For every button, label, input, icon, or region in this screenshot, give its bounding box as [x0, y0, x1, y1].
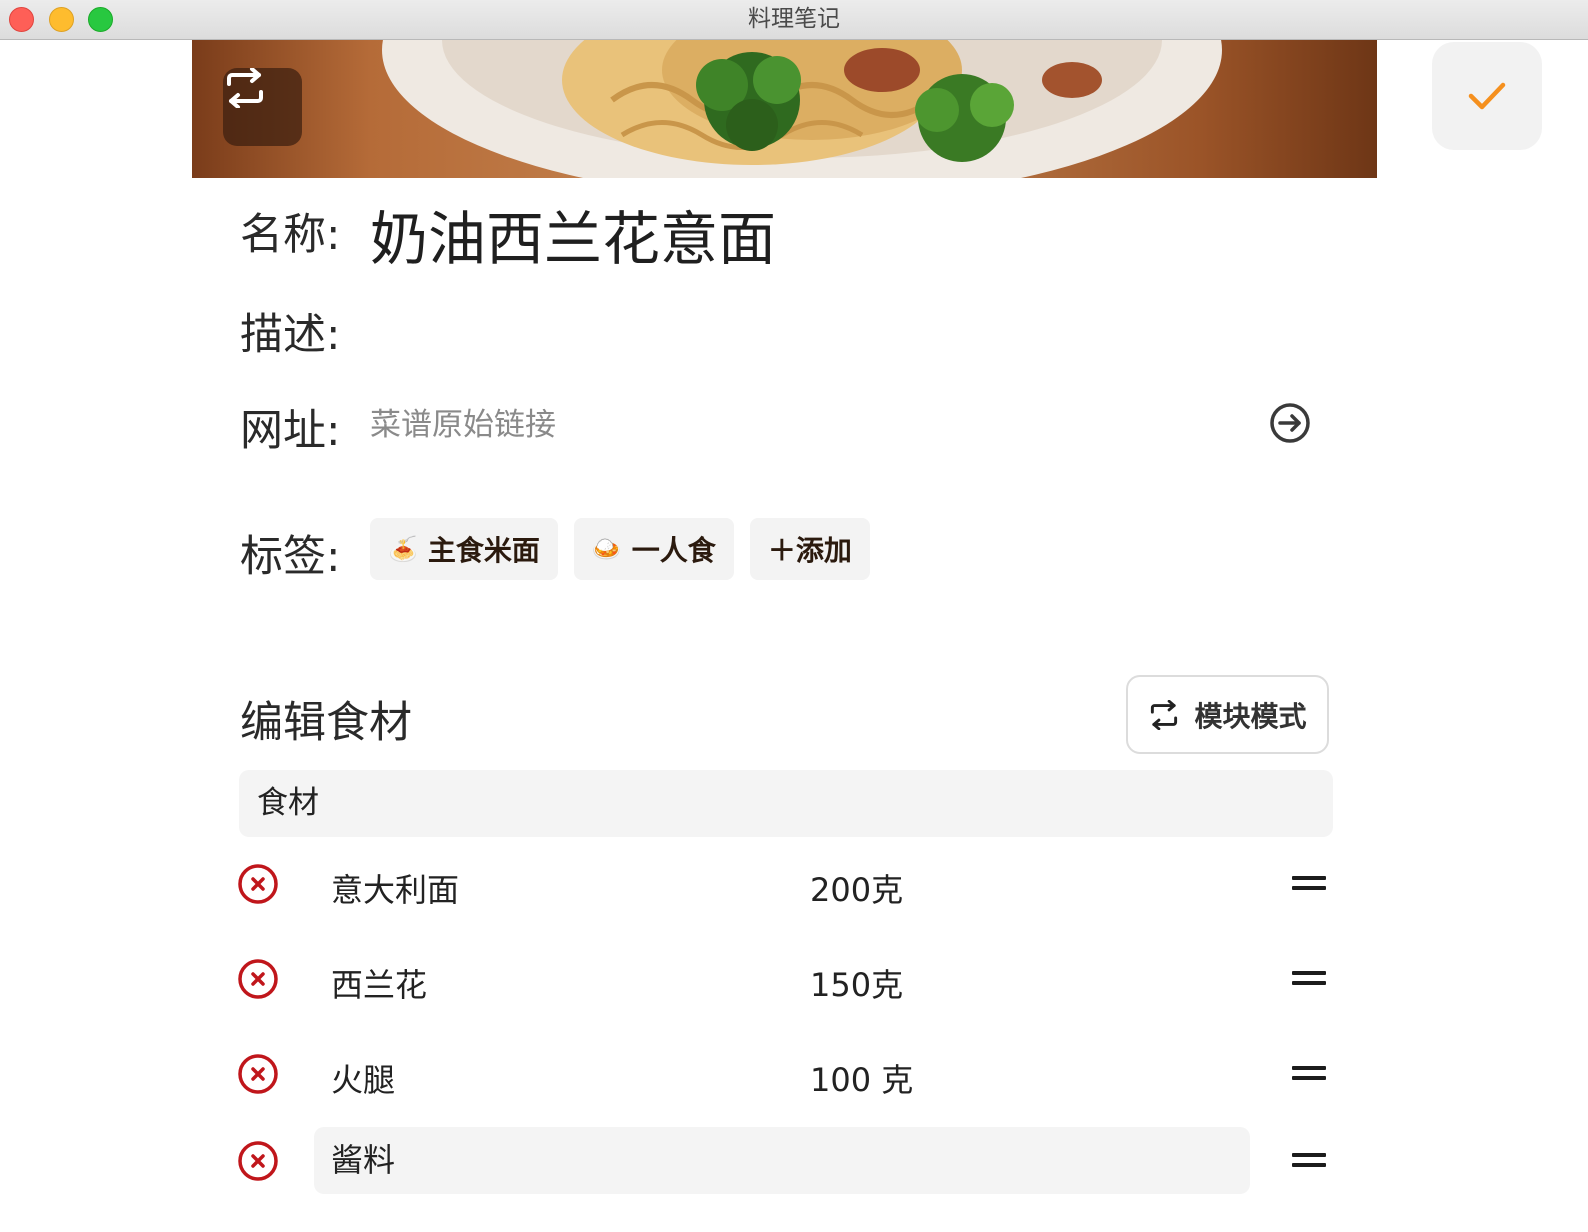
description-field[interactable] [370, 302, 1310, 354]
ingredient-quantity-field[interactable]: 150克 [810, 960, 903, 1006]
recipe-photo [192, 40, 1377, 178]
drag-handle-icon[interactable] [1292, 876, 1326, 896]
tag-chip[interactable]: 🍛 一人食 [573, 518, 734, 580]
url-input[interactable] [370, 400, 1230, 450]
add-tag-button[interactable]: ＋添加 [749, 518, 870, 580]
arrow-right-circle-icon [1270, 403, 1310, 443]
title-bar: 料理笔记 [0, 0, 1588, 40]
curry-rice-icon: 🍛 [591, 535, 622, 563]
add-tag-label: ＋添加 [767, 534, 852, 567]
window-title: 料理笔记 [748, 6, 840, 32]
ingredient-group-field[interactable]: 食材 [239, 770, 1333, 837]
remove-circle-icon [238, 864, 278, 904]
change-photo-button[interactable] [223, 68, 302, 146]
ingredient-quantity-field[interactable]: 100 克 [810, 1055, 913, 1101]
remove-circle-icon [238, 959, 278, 999]
module-mode-button[interactable]: 模块模式 [1126, 675, 1329, 754]
ingredient-name-field[interactable]: 西兰花 [331, 960, 427, 1006]
subgroup-name-field[interactable]: 酱料 [314, 1127, 1250, 1194]
checkmark-icon [1468, 82, 1506, 110]
pasta-photo-illustration [192, 40, 1377, 178]
name-label: 名称: [240, 210, 341, 260]
remove-ingredient-button[interactable] [237, 1053, 279, 1095]
drag-handle-icon[interactable] [1292, 1066, 1326, 1086]
open-url-button[interactable] [1268, 401, 1312, 445]
ingredient-name-field[interactable]: 意大利面 [331, 865, 459, 911]
description-label: 描述: [240, 310, 341, 360]
ingredient-row: 西兰花 150克 [0, 950, 1588, 1010]
remove-circle-icon [238, 1141, 278, 1181]
confirm-button[interactable] [1432, 42, 1542, 150]
recipe-name-field[interactable]: 奶油西兰花意面 [370, 192, 776, 276]
spaghetti-icon: 🍝 [388, 535, 418, 563]
tag-label: 一人食 [631, 534, 716, 567]
tag-chip[interactable]: 🍝 主食米面 [370, 518, 558, 580]
url-label: 网址: [240, 406, 341, 456]
remove-subgroup-button[interactable] [237, 1140, 279, 1182]
tag-list: 🍝 主食米面 🍛 一人食 ＋添加 [370, 518, 870, 580]
ingredient-row: 火腿 100 克 [0, 1045, 1588, 1105]
remove-ingredient-button[interactable] [237, 863, 279, 905]
remove-circle-icon [238, 1054, 278, 1094]
module-mode-label: 模块模式 [1194, 699, 1307, 733]
tag-label: 主食米面 [427, 534, 540, 567]
ingredient-name-field[interactable]: 火腿 [331, 1055, 395, 1101]
tags-label: 标签: [240, 532, 341, 582]
remove-ingredient-button[interactable] [237, 958, 279, 1000]
ingredient-row: 意大利面 200克 [0, 855, 1588, 915]
ingredients-section-title: 编辑食材 [240, 698, 412, 748]
drag-handle-icon[interactable] [1292, 1153, 1326, 1173]
swap-arrows-icon [227, 68, 263, 108]
swap-arrows-icon [1151, 699, 1178, 730]
ingredient-quantity-field[interactable]: 200克 [810, 865, 903, 911]
drag-handle-icon[interactable] [1292, 971, 1326, 991]
